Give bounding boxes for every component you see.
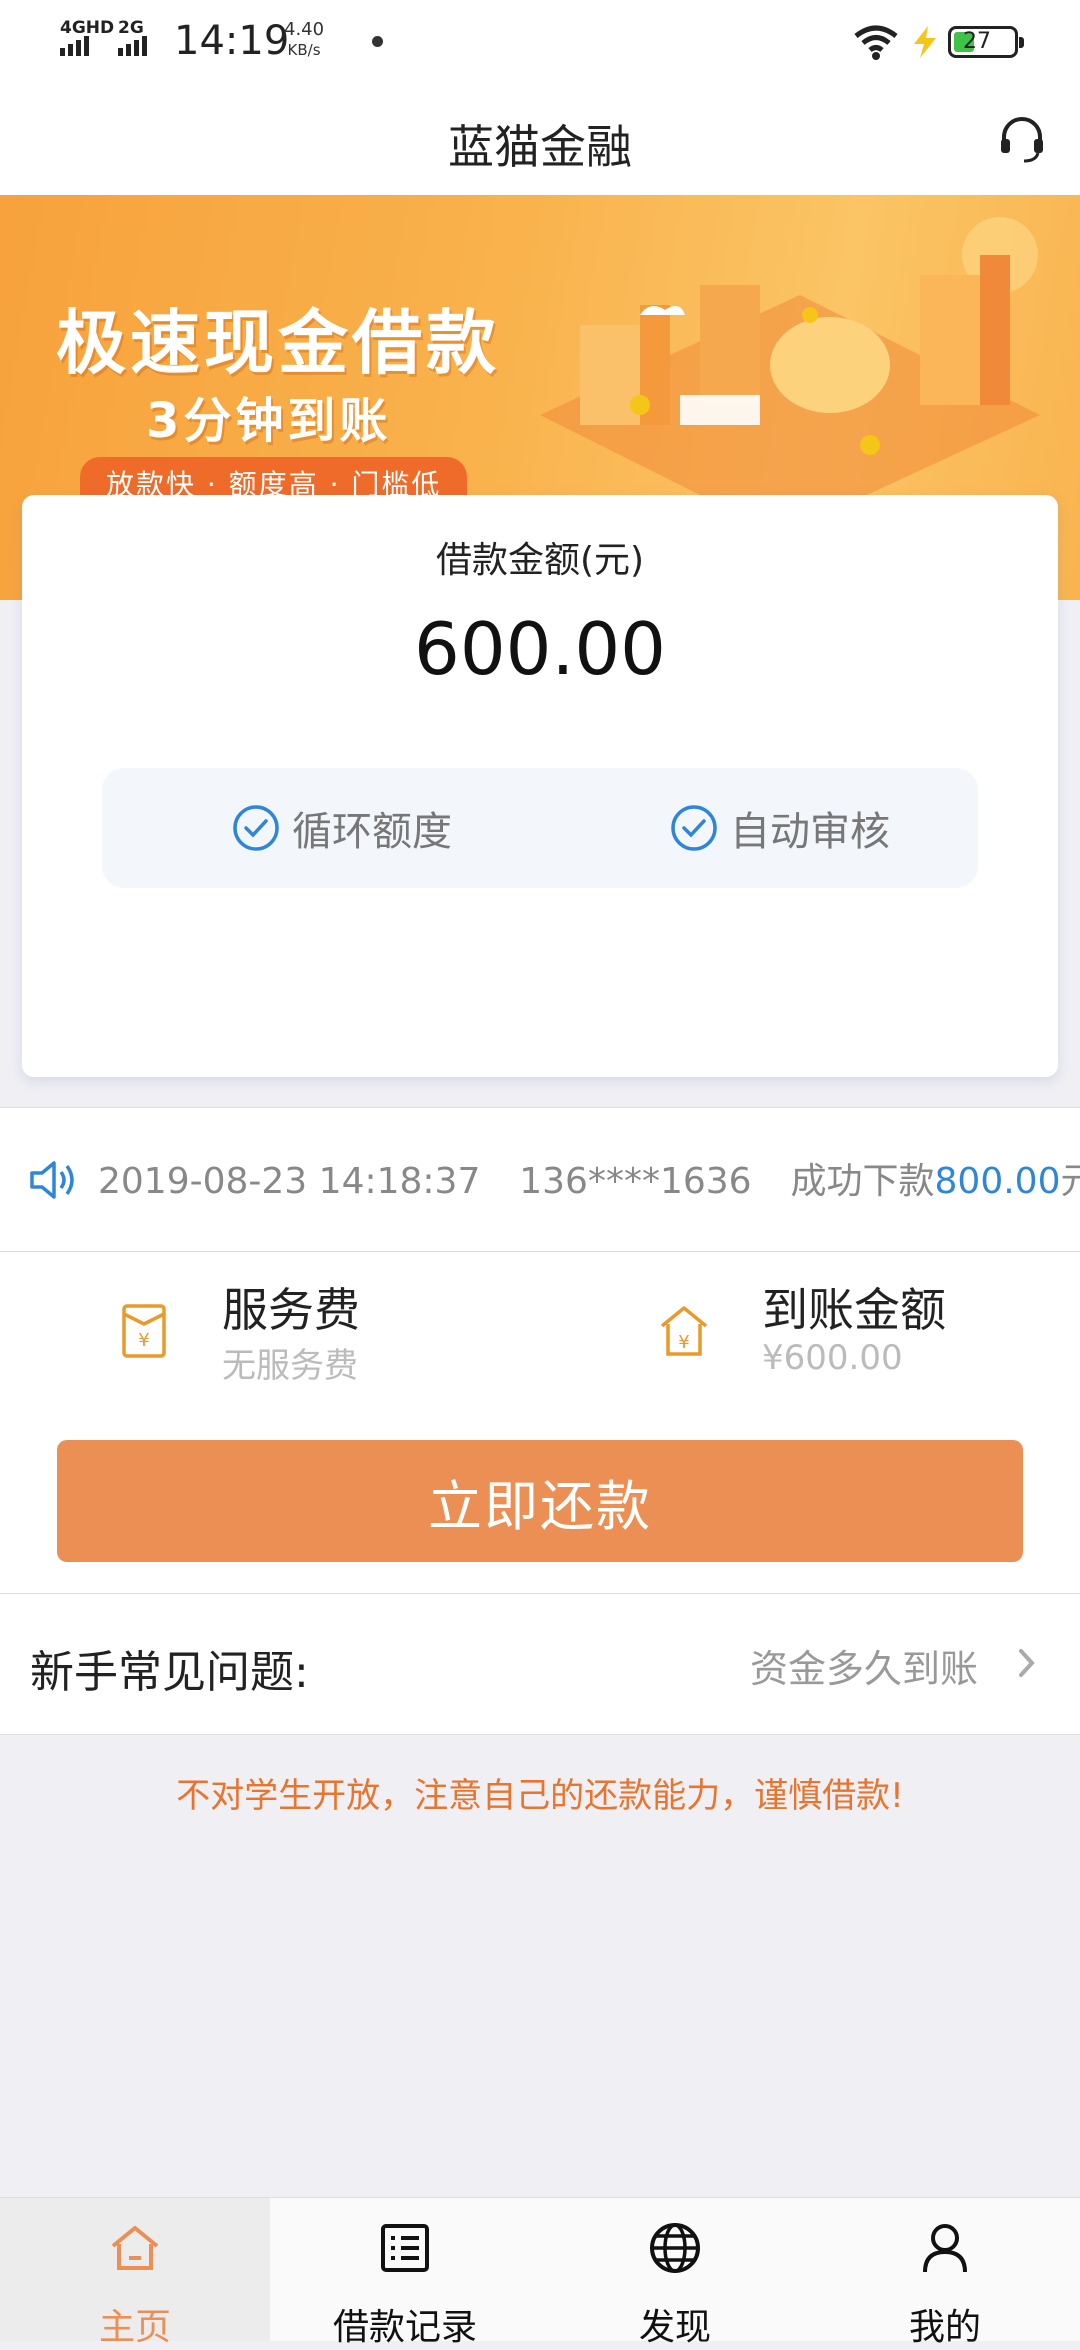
feature-label: 循环额度 xyxy=(292,809,452,855)
title-bar: 蓝猫金融 xyxy=(0,85,1080,195)
faq-link[interactable]: 资金多久到账 xyxy=(750,1638,978,1693)
status-bar: 4GHD 2G 14:19 4.40 KB/s 27 xyxy=(0,0,1080,85)
repay-now-button[interactable]: 立即还款 xyxy=(57,1440,1023,1562)
notice-prefix: 成功下款 xyxy=(790,1161,935,1202)
banner-headline: 极速现金借款 xyxy=(56,302,500,384)
check-circle-icon xyxy=(233,805,279,851)
fee-summary: ¥ 服务费 无服务费 ¥ 到账金额 ¥600.00 xyxy=(0,1251,1080,1409)
notice-phone: 136****1636 xyxy=(519,1161,752,1202)
service-fee-value: 无服务费 xyxy=(222,1346,358,1386)
feature-auto-review: 自动审核 xyxy=(670,768,890,888)
faq-row[interactable]: 新手常见问题: 资金多久到账 xyxy=(0,1594,1080,1735)
home-icon xyxy=(111,2226,159,2270)
loan-amount-card: 借款金额(元) 600.00 循环额度 自动审核 xyxy=(22,495,1058,1077)
faq-title: 新手常见问题: xyxy=(30,1647,309,1698)
customer-service-headset-icon[interactable] xyxy=(996,113,1048,165)
battery-icon: 27 xyxy=(948,26,1024,58)
loan-notice-ticker: 2019-08-23 14:18:37 136****1636 成功下款800.… xyxy=(0,1107,1080,1251)
network-label-2g: 2G xyxy=(118,18,144,38)
list-icon xyxy=(381,2224,429,2272)
wifi-icon xyxy=(854,25,898,60)
signal-bars-icon xyxy=(118,36,147,56)
notice-date: 2019-08-23 14:18:37 xyxy=(98,1161,481,1202)
arrival-amount-house-icon: ¥ xyxy=(660,1306,708,1356)
chevron-right-icon xyxy=(1019,1649,1035,1677)
network-speed: 4.40 KB/s xyxy=(284,20,324,60)
speaker-icon xyxy=(30,1161,74,1199)
notice-text: 2019-08-23 14:18:37 136****1636 成功下款800.… xyxy=(98,1152,1080,1204)
tab-label: 借款记录 xyxy=(332,2307,477,2348)
svg-text:¥: ¥ xyxy=(138,1330,149,1351)
tab-home[interactable]: 主页 xyxy=(0,2198,270,2348)
tab-label: 发现 xyxy=(638,2307,711,2348)
arrival-amount-title: 到账金额 xyxy=(762,1283,946,1337)
signal-bars-icon xyxy=(60,36,89,56)
service-fee-title: 服务费 xyxy=(222,1283,360,1337)
feature-label: 自动审核 xyxy=(730,809,890,855)
banner-isometric-city-illustration xyxy=(540,217,1040,515)
tab-label: 我的 xyxy=(908,2307,981,2348)
action-area: 立即还款 xyxy=(0,1408,1080,1594)
arrival-amount-value: ¥600.00 xyxy=(762,1338,903,1378)
svg-text:¥: ¥ xyxy=(678,1332,689,1353)
tab-label: 主页 xyxy=(98,2307,171,2348)
user-icon xyxy=(923,2224,967,2273)
tab-mine[interactable]: 我的 xyxy=(810,2198,1080,2348)
notice-suffix: 元 xyxy=(1060,1161,1080,1202)
speed-unit: KB/s xyxy=(287,41,321,59)
speed-value: 4.40 xyxy=(284,19,325,40)
notice-amount: 800.00 xyxy=(934,1161,1061,1202)
clock: 14:19 xyxy=(174,18,290,64)
check-circle-icon xyxy=(671,805,717,851)
feature-revolving-credit: 循环额度 xyxy=(232,768,452,888)
page-title: 蓝猫金融 xyxy=(448,120,632,174)
banner-subline: 3分钟到账 xyxy=(146,393,392,449)
service-fee-envelope-icon: ¥ xyxy=(122,1304,166,1358)
student-warning-text: 不对学生开放，注意自己的还款能力，谨慎借款! xyxy=(176,1776,904,1816)
loan-amount-label: 借款金额(元) xyxy=(435,540,645,581)
tab-loan-records[interactable]: 借款记录 xyxy=(270,2198,540,2348)
network-label-4g: 4GHD xyxy=(60,18,115,38)
battery-level: 27 xyxy=(963,29,991,54)
feature-strip: 循环额度 自动审核 xyxy=(102,768,978,888)
charging-bolt-icon xyxy=(914,26,936,58)
loan-amount-value: 600.00 xyxy=(414,607,666,691)
tab-discover[interactable]: 发现 xyxy=(540,2198,810,2348)
bottom-tab-bar: 主页 借款记录 发现 我的 xyxy=(0,2197,1080,2348)
globe-icon xyxy=(650,2223,700,2273)
notification-dot-icon xyxy=(372,36,383,47)
